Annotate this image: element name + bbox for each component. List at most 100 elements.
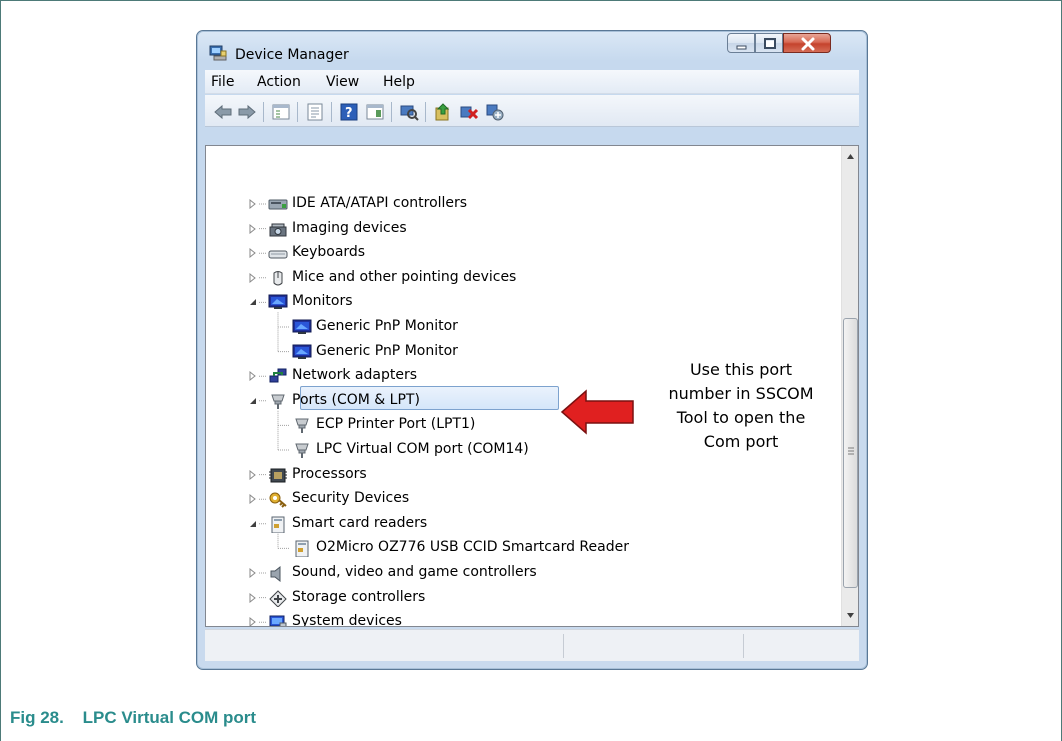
device-category[interactable]: Security Devices xyxy=(206,487,826,511)
monitor-icon xyxy=(292,344,312,359)
minimize-icon xyxy=(736,45,747,50)
smart-card-reader-icon xyxy=(271,516,285,533)
figure-number: Fig 28. xyxy=(10,708,64,727)
device-category[interactable]: Imaging devices xyxy=(206,217,826,241)
uninstall-icon[interactable] xyxy=(459,102,479,122)
close-icon xyxy=(801,37,815,51)
toolbar-separator xyxy=(331,102,332,122)
expand-arrow-icon[interactable] xyxy=(248,592,258,603)
device-label: Generic PnP Monitor xyxy=(316,342,458,359)
expand-arrow-icon[interactable] xyxy=(248,469,258,480)
expand-arrow-icon[interactable] xyxy=(248,371,258,382)
title-bar[interactable]: Device Manager xyxy=(197,31,867,65)
device-label: Imaging devices xyxy=(292,219,407,236)
device-category[interactable]: IDE ATA/ATAPI controllers xyxy=(206,192,826,216)
expand-arrow-icon[interactable] xyxy=(248,223,258,234)
console-tree-icon[interactable] xyxy=(271,102,291,122)
device-item[interactable]: Generic PnP Monitor xyxy=(206,315,826,339)
collapse-arrow-icon[interactable] xyxy=(248,396,258,406)
maximize-icon xyxy=(764,38,776,49)
menu-bar: File Action View Help xyxy=(205,70,859,94)
device-manager-icon xyxy=(209,45,227,61)
scroll-grip-icon xyxy=(848,447,854,455)
device-label: Storage controllers xyxy=(292,588,426,605)
smart-card-reader-icon xyxy=(295,540,309,558)
forward-icon[interactable] xyxy=(237,102,257,122)
device-label: Keyboards xyxy=(292,244,366,261)
device-category[interactable]: Processors xyxy=(206,463,826,487)
device-category[interactable]: Storage controllers xyxy=(206,586,826,610)
device-category[interactable]: System devices xyxy=(206,610,826,626)
action-pane-icon[interactable] xyxy=(365,102,385,122)
device-label: Network adapters xyxy=(292,367,417,384)
ide-controller-icon xyxy=(268,199,288,210)
menu-action[interactable]: Action xyxy=(257,74,301,90)
device-item[interactable]: O2Micro OZ776 USB CCID Smartcard Reader xyxy=(206,536,826,560)
toolbar-separator xyxy=(425,102,426,122)
device-category[interactable]: Smart card readers xyxy=(206,512,826,536)
scroll-down-icon[interactable] xyxy=(842,607,859,624)
toolbar: ? xyxy=(205,95,859,127)
toolbar-separator xyxy=(391,102,392,122)
system-device-icon xyxy=(269,615,287,626)
device-category[interactable]: Mice and other pointing devices xyxy=(206,266,826,290)
expand-arrow-icon[interactable] xyxy=(248,248,258,259)
device-label: IDE ATA/ATAPI controllers xyxy=(292,195,468,211)
expand-arrow-icon[interactable] xyxy=(248,568,258,578)
window-title: Device Manager xyxy=(235,47,349,63)
mouse-icon xyxy=(273,270,283,286)
port-icon xyxy=(295,443,309,458)
expand-arrow-icon[interactable] xyxy=(248,272,258,283)
annotation-line: number in SSCOM xyxy=(668,384,814,403)
update-driver-icon[interactable] xyxy=(433,102,453,122)
properties-icon[interactable] xyxy=(305,102,325,122)
annotation-line: Use this port xyxy=(689,360,793,379)
status-pane-divider xyxy=(743,634,744,658)
device-label: Sound, video and game controllers xyxy=(292,564,537,580)
device-label: Mice and other pointing devices xyxy=(292,268,517,285)
disable-icon[interactable] xyxy=(485,102,505,122)
menu-view[interactable]: View xyxy=(326,74,359,90)
minimize-button[interactable] xyxy=(727,33,755,53)
processor-icon xyxy=(269,468,287,483)
status-bar xyxy=(205,629,859,661)
security-key-icon xyxy=(269,492,287,508)
scroll-up-icon[interactable] xyxy=(842,148,859,165)
figure-caption: Fig 28. LPC Virtual COM port xyxy=(10,708,256,728)
monitor-icon xyxy=(268,294,288,310)
toolbar-separator xyxy=(263,102,264,122)
device-label: Smart card readers xyxy=(292,514,428,531)
back-icon[interactable] xyxy=(213,102,233,122)
svg-text:?: ? xyxy=(345,106,353,121)
device-label: ECP Printer Port (LPT1) xyxy=(316,416,476,433)
network-adapter-icon xyxy=(269,368,287,383)
figure-title: LPC Virtual COM port xyxy=(82,708,257,727)
device-label: Monitors xyxy=(292,293,353,310)
collapse-arrow-icon[interactable] xyxy=(248,297,258,307)
port-icon xyxy=(271,394,285,409)
annotation-callout: Use this port number in SSCOM Tool to op… xyxy=(636,358,846,454)
help-icon[interactable]: ? xyxy=(339,102,359,122)
monitor-icon xyxy=(292,319,312,334)
device-label: LPC Virtual COM port (COM14) xyxy=(316,441,529,457)
device-manager-window: Device Manager File Action View Help ? I… xyxy=(196,30,868,670)
imaging-device-icon xyxy=(269,223,287,237)
speaker-icon xyxy=(270,565,281,582)
collapse-arrow-icon[interactable] xyxy=(248,519,258,529)
menu-file[interactable]: File xyxy=(211,74,234,90)
menu-help[interactable]: Help xyxy=(383,74,415,90)
maximize-button[interactable] xyxy=(755,33,783,53)
device-category[interactable]: Sound, video and game controllers xyxy=(206,561,826,585)
close-button[interactable] xyxy=(783,33,831,53)
device-category[interactable]: Keyboards xyxy=(206,241,826,265)
expand-arrow-icon[interactable] xyxy=(248,617,258,626)
device-category[interactable]: Monitors xyxy=(206,290,826,314)
storage-controller-icon xyxy=(269,589,287,607)
toolbar-separator xyxy=(297,102,298,122)
expand-arrow-icon[interactable] xyxy=(248,199,258,209)
expand-arrow-icon[interactable] xyxy=(248,494,258,505)
device-label: Security Devices xyxy=(292,490,410,507)
device-label: Ports (COM & LPT) xyxy=(292,391,420,408)
annotation-line: Com port xyxy=(703,432,779,451)
scan-hardware-icon[interactable] xyxy=(399,102,419,122)
